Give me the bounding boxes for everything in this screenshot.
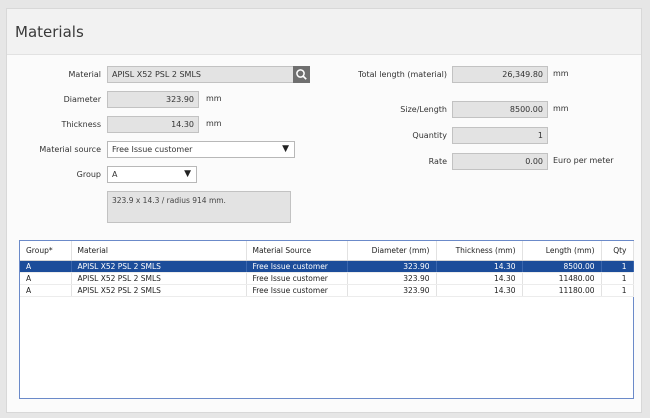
size-length-label: Size/Length bbox=[400, 105, 447, 114]
column-header-material-source[interactable]: Material Source bbox=[246, 241, 348, 261]
cell-diameter: 323.90 bbox=[347, 284, 437, 297]
search-icon bbox=[296, 69, 307, 80]
column-header-thickness[interactable]: Thickness (mm) bbox=[436, 241, 523, 261]
caret-down-icon: ▼ bbox=[184, 169, 191, 179]
cell-material: APISL X52 PSL 2 SMLS bbox=[71, 260, 247, 273]
table-row-selected[interactable]: A APISL X52 PSL 2 SMLS Free Issue custom… bbox=[20, 260, 634, 273]
column-header-diameter[interactable]: Diameter (mm) bbox=[347, 241, 437, 261]
cell-material: APISL X52 PSL 2 SMLS bbox=[71, 284, 247, 297]
cell-thickness: 14.30 bbox=[436, 284, 523, 297]
page-title: Materials bbox=[15, 23, 84, 41]
material-source-select[interactable]: Free Issue customer ▼ bbox=[107, 141, 295, 158]
cell-qty: 1 bbox=[601, 284, 634, 297]
rate-label: Rate bbox=[428, 157, 447, 166]
cell-length: 8500.00 bbox=[522, 260, 602, 273]
diameter-unit: mm bbox=[206, 94, 222, 103]
thickness-field[interactable]: 14.30 bbox=[107, 116, 199, 133]
size-length-field[interactable]: 8500.00 bbox=[452, 101, 548, 118]
cell-qty: 1 bbox=[601, 272, 634, 285]
quantity-field[interactable]: 1 bbox=[452, 127, 548, 144]
cell-material-source: Free Issue customer bbox=[246, 272, 348, 285]
material-source-value: Free Issue customer bbox=[112, 145, 193, 154]
diameter-label: Diameter bbox=[63, 95, 101, 104]
cell-thickness: 14.30 bbox=[436, 260, 523, 273]
thickness-label: Thickness bbox=[61, 120, 101, 129]
cell-group: A bbox=[20, 284, 72, 297]
total-length-unit: mm bbox=[553, 69, 569, 78]
table-header-row: Group* Material Material Source Diameter… bbox=[20, 241, 634, 261]
table-row[interactable]: A APISL X52 PSL 2 SMLS Free Issue custom… bbox=[20, 272, 634, 285]
size-length-unit: mm bbox=[553, 104, 569, 113]
column-header-qty[interactable]: Qty bbox=[601, 241, 634, 261]
group-select[interactable]: A ▼ bbox=[107, 166, 197, 183]
column-header-material[interactable]: Material bbox=[71, 241, 247, 261]
quantity-label: Quantity bbox=[412, 131, 447, 140]
cell-length: 11180.00 bbox=[522, 284, 602, 297]
cell-qty: 1 bbox=[601, 260, 634, 273]
panel-header: Materials bbox=[7, 9, 641, 55]
material-label: Material bbox=[68, 70, 102, 79]
material-search-button[interactable] bbox=[293, 66, 310, 83]
total-length-field[interactable]: 26,349.80 bbox=[452, 66, 548, 83]
thickness-unit: mm bbox=[206, 119, 222, 128]
material-source-label: Material source bbox=[39, 145, 101, 154]
cell-group: A bbox=[20, 260, 72, 273]
cell-length: 11480.00 bbox=[522, 272, 602, 285]
caret-down-icon: ▼ bbox=[282, 144, 289, 154]
rate-unit: Euro per meter bbox=[553, 156, 614, 165]
group-value: A bbox=[112, 170, 118, 179]
cell-material-source: Free Issue customer bbox=[246, 260, 348, 273]
diameter-field[interactable]: 323.90 bbox=[107, 91, 199, 108]
cell-diameter: 323.90 bbox=[347, 272, 437, 285]
cell-thickness: 14.30 bbox=[436, 272, 523, 285]
column-header-group[interactable]: Group* bbox=[20, 241, 72, 261]
cell-material-source: Free Issue customer bbox=[246, 284, 348, 297]
material-field[interactable]: APISL X52 PSL 2 SMLS bbox=[107, 66, 295, 83]
materials-panel: Materials Material APISL X52 PSL 2 SMLS … bbox=[6, 8, 642, 413]
rate-field[interactable]: 0.00 bbox=[452, 153, 548, 170]
cell-material: APISL X52 PSL 2 SMLS bbox=[71, 272, 247, 285]
total-length-label: Total length (material) bbox=[358, 70, 447, 79]
materials-table: Group* Material Material Source Diameter… bbox=[19, 240, 634, 399]
column-header-length[interactable]: Length (mm) bbox=[522, 241, 602, 261]
group-label: Group bbox=[76, 170, 101, 179]
cell-group: A bbox=[20, 272, 72, 285]
table-row[interactable]: A APISL X52 PSL 2 SMLS Free Issue custom… bbox=[20, 284, 634, 297]
notes-textarea[interactable]: 323.9 x 14.3 / radius 914 mm. bbox=[107, 191, 291, 223]
cell-diameter: 323.90 bbox=[347, 260, 437, 273]
